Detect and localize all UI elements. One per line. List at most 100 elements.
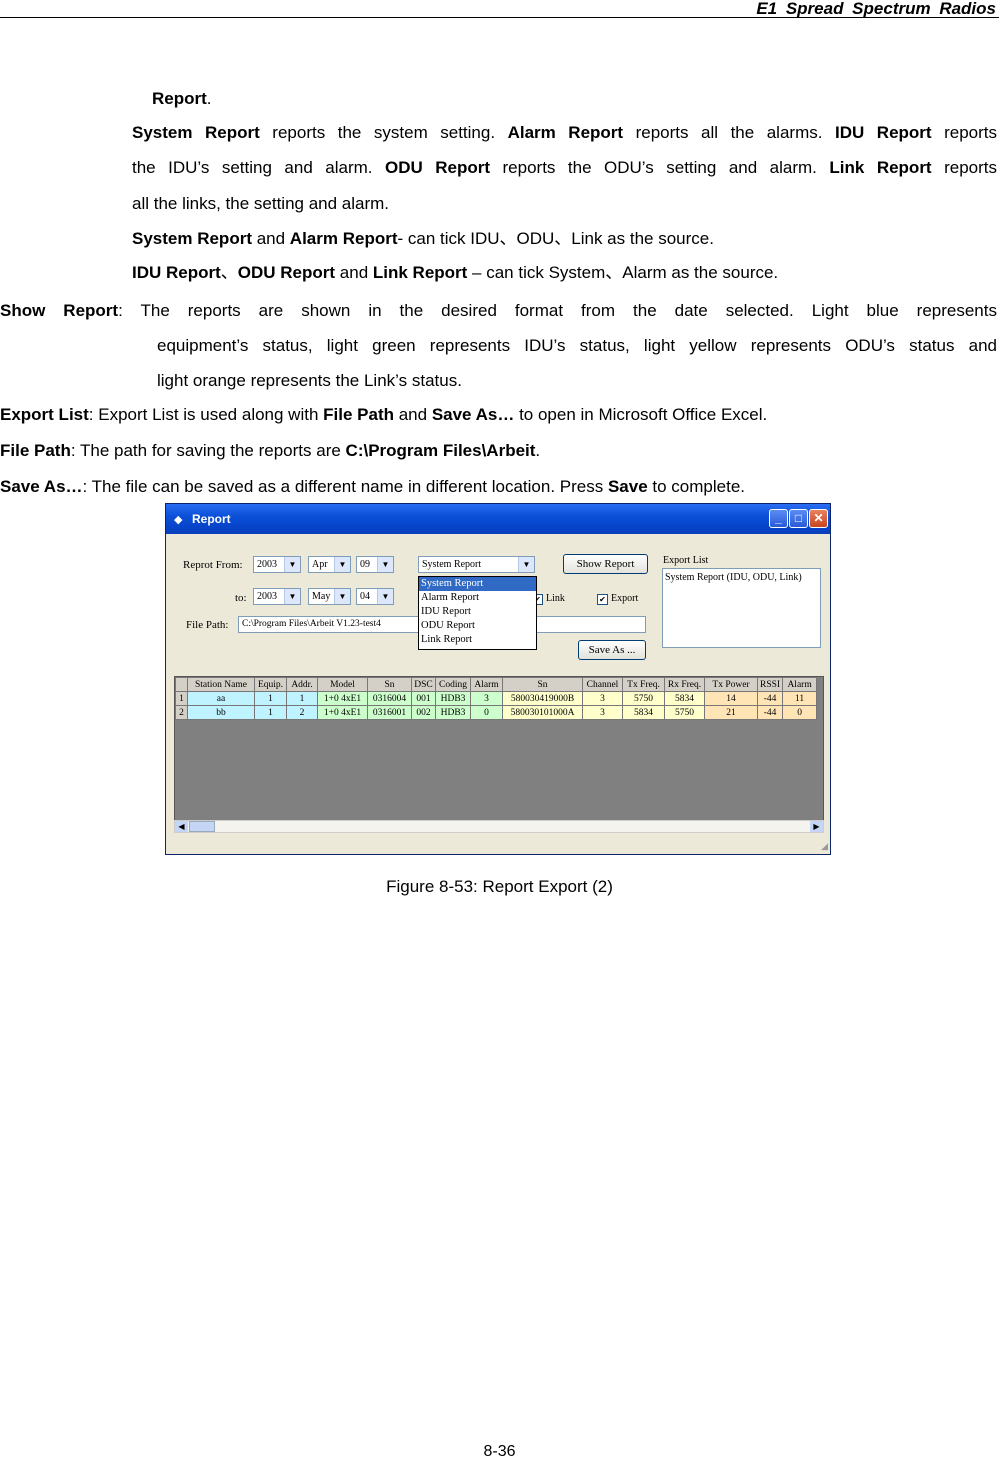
horizontal-scrollbar[interactable]: ◀ ▶ xyxy=(174,820,824,833)
table-cell[interactable]: 580030101000A xyxy=(502,705,583,720)
table-cell[interactable]: 0316004 xyxy=(367,691,412,706)
report-from-label: Reprot From: xyxy=(183,559,243,571)
column-header[interactable]: Sn xyxy=(502,677,583,692)
to-month-select[interactable]: May ▼ xyxy=(308,588,351,605)
resize-grip-icon[interactable]: ◢ xyxy=(821,841,828,852)
table-cell[interactable]: 5834 xyxy=(664,691,705,706)
minimize-button[interactable]: _ xyxy=(769,509,788,528)
to-year-select[interactable]: 2003 ▼ xyxy=(253,588,301,605)
column-header[interactable]: RSSI xyxy=(756,677,784,692)
table-cell[interactable]: 1 xyxy=(286,691,318,706)
option-idu-report[interactable]: IDU Report xyxy=(419,605,536,619)
report-window: ◆ Report _ □ ✕ Reprot From: 2003 ▼ Apr ▼ 0… xyxy=(165,503,831,855)
option-system-report[interactable]: System Report xyxy=(419,577,536,591)
table-cell[interactable]: aa xyxy=(187,691,255,706)
export-list-box[interactable]: System Report (IDU, ODU, Link) xyxy=(662,568,821,648)
table-cell[interactable]: 1+0 4xE1 xyxy=(317,705,368,720)
to-day-select[interactable]: 04 ▼ xyxy=(356,588,394,605)
column-header[interactable]: Station Name xyxy=(187,677,255,692)
to-label: to: xyxy=(235,592,247,604)
report-grid[interactable]: Station Name Equip. Addr. Model Sn DSC Coding A… xyxy=(174,676,824,832)
page-number: 8-36 xyxy=(483,1443,516,1460)
option-link-report[interactable]: Link Report xyxy=(419,633,536,647)
column-header[interactable]: Addr. xyxy=(286,677,318,692)
table-cell[interactable]: 001 xyxy=(411,691,436,706)
table-cell[interactable]: bb xyxy=(187,705,255,720)
column-header[interactable]: Equip. xyxy=(254,677,287,692)
table-cell[interactable]: 1 xyxy=(175,691,188,706)
table-cell[interactable]: 2 xyxy=(286,705,318,720)
scroll-right-icon[interactable]: ▶ xyxy=(810,821,823,832)
table-cell[interactable]: 1 xyxy=(254,691,287,706)
table-cell[interactable]: 0 xyxy=(470,705,503,720)
column-header[interactable]: Alarm xyxy=(470,677,503,692)
system-report-line-1: System Report reports the system setting… xyxy=(132,123,998,142)
chevron-down-icon: ▼ xyxy=(334,557,350,572)
column-header[interactable]: Rx Freq. xyxy=(664,677,705,692)
table-header-row: Station Name Equip. Addr. Model Sn DSC Coding A… xyxy=(175,677,818,692)
maximize-button[interactable]: □ xyxy=(789,509,808,528)
save-as-button[interactable]: Save As ... xyxy=(578,640,646,660)
table-cell[interactable]: 580030419000B xyxy=(502,691,583,706)
column-header[interactable]: Tx Power xyxy=(704,677,758,692)
column-header[interactable]: Sn xyxy=(367,677,412,692)
from-day-select[interactable]: 09 ▼ xyxy=(356,556,394,573)
column-header[interactable]: Coding xyxy=(435,677,471,692)
table-cell[interactable]: 3 xyxy=(582,691,623,706)
option-alarm-report[interactable]: Alarm Report xyxy=(419,591,536,605)
table-cell[interactable]: -44 xyxy=(756,705,784,720)
table-row[interactable]: 2 bb 1 2 1+0 4xE1 0316001 002 HDB3 0 580030101000… xyxy=(175,705,818,720)
file-path-label: File Path: xyxy=(186,619,229,631)
column-header[interactable]: Channel xyxy=(582,677,623,692)
show-report-line-1: Show Report: The reports are shown in th… xyxy=(0,301,997,320)
scroll-left-icon[interactable]: ◀ xyxy=(175,821,188,832)
save-as-para: Save As…: The file can be saved as a dif… xyxy=(0,477,745,496)
table-cell[interactable]: HDB3 xyxy=(435,691,471,706)
from-month-select[interactable]: Apr ▼ xyxy=(308,556,351,573)
table-cell[interactable]: 1 xyxy=(254,705,287,720)
table-cell[interactable]: 14 xyxy=(704,691,758,706)
table-cell[interactable]: 002 xyxy=(411,705,436,720)
system-report-line-4: System Report and Alarm Report- can tick… xyxy=(132,229,714,248)
close-button[interactable]: ✕ xyxy=(809,509,828,528)
column-header[interactable]: Tx Freq. xyxy=(622,677,665,692)
report-type-dropdown[interactable]: System Report Alarm Report IDU Report OD… xyxy=(418,576,537,650)
report-table: Station Name Equip. Addr. Model Sn DSC Coding A… xyxy=(175,677,818,720)
table-cell[interactable]: 11 xyxy=(782,691,818,706)
table-cell[interactable]: 3 xyxy=(582,705,623,720)
chevron-down-icon: ▼ xyxy=(334,589,350,604)
report-type-select[interactable]: System Report ▼ xyxy=(418,556,535,573)
header-rule xyxy=(0,17,999,18)
table-cell[interactable]: 5834 xyxy=(622,705,665,720)
report-heading: Report. xyxy=(152,89,212,108)
system-report-line-5: IDU Report、ODU Report and Link Report – … xyxy=(132,263,779,282)
table-row[interactable]: 1 aa 1 1 1+0 4xE1 0316004 001 HDB3 3 580030419000… xyxy=(175,691,818,706)
option-odu-report[interactable]: ODU Report xyxy=(419,619,536,633)
table-cell[interactable]: 5750 xyxy=(664,705,705,720)
scroll-thumb[interactable] xyxy=(189,821,215,832)
window-title: Report xyxy=(192,512,231,526)
chevron-down-icon: ▼ xyxy=(284,589,300,604)
title-bar[interactable]: ◆ Report _ □ ✕ xyxy=(166,504,830,534)
chevron-down-icon: ▼ xyxy=(518,557,534,572)
column-header[interactable] xyxy=(175,677,188,692)
column-header[interactable]: Alarm xyxy=(782,677,818,692)
table-cell[interactable]: 3 xyxy=(470,691,503,706)
export-list-item[interactable]: System Report (IDU, ODU, Link) xyxy=(663,569,820,586)
table-cell[interactable]: 21 xyxy=(704,705,758,720)
column-header[interactable]: DSC xyxy=(411,677,436,692)
export-checkbox[interactable]: ✔ Export xyxy=(597,593,638,605)
show-report-button[interactable]: Show Report xyxy=(563,554,648,574)
table-cell[interactable]: 5750 xyxy=(622,691,665,706)
table-cell[interactable]: 0316001 xyxy=(367,705,412,720)
table-cell[interactable]: 0 xyxy=(782,705,818,720)
from-year-select[interactable]: 2003 ▼ xyxy=(253,556,301,573)
app-icon: ◆ xyxy=(174,514,183,526)
column-header[interactable]: Model xyxy=(317,677,368,692)
table-cell[interactable]: -44 xyxy=(756,691,784,706)
table-cell[interactable]: HDB3 xyxy=(435,705,471,720)
table-cell[interactable]: 2 xyxy=(175,705,188,720)
system-report-line-2: the IDU’s setting and alarm. ODU Report … xyxy=(132,158,998,177)
export-list-para: Export List: Export List is used along w… xyxy=(0,405,768,424)
table-cell[interactable]: 1+0 4xE1 xyxy=(317,691,368,706)
